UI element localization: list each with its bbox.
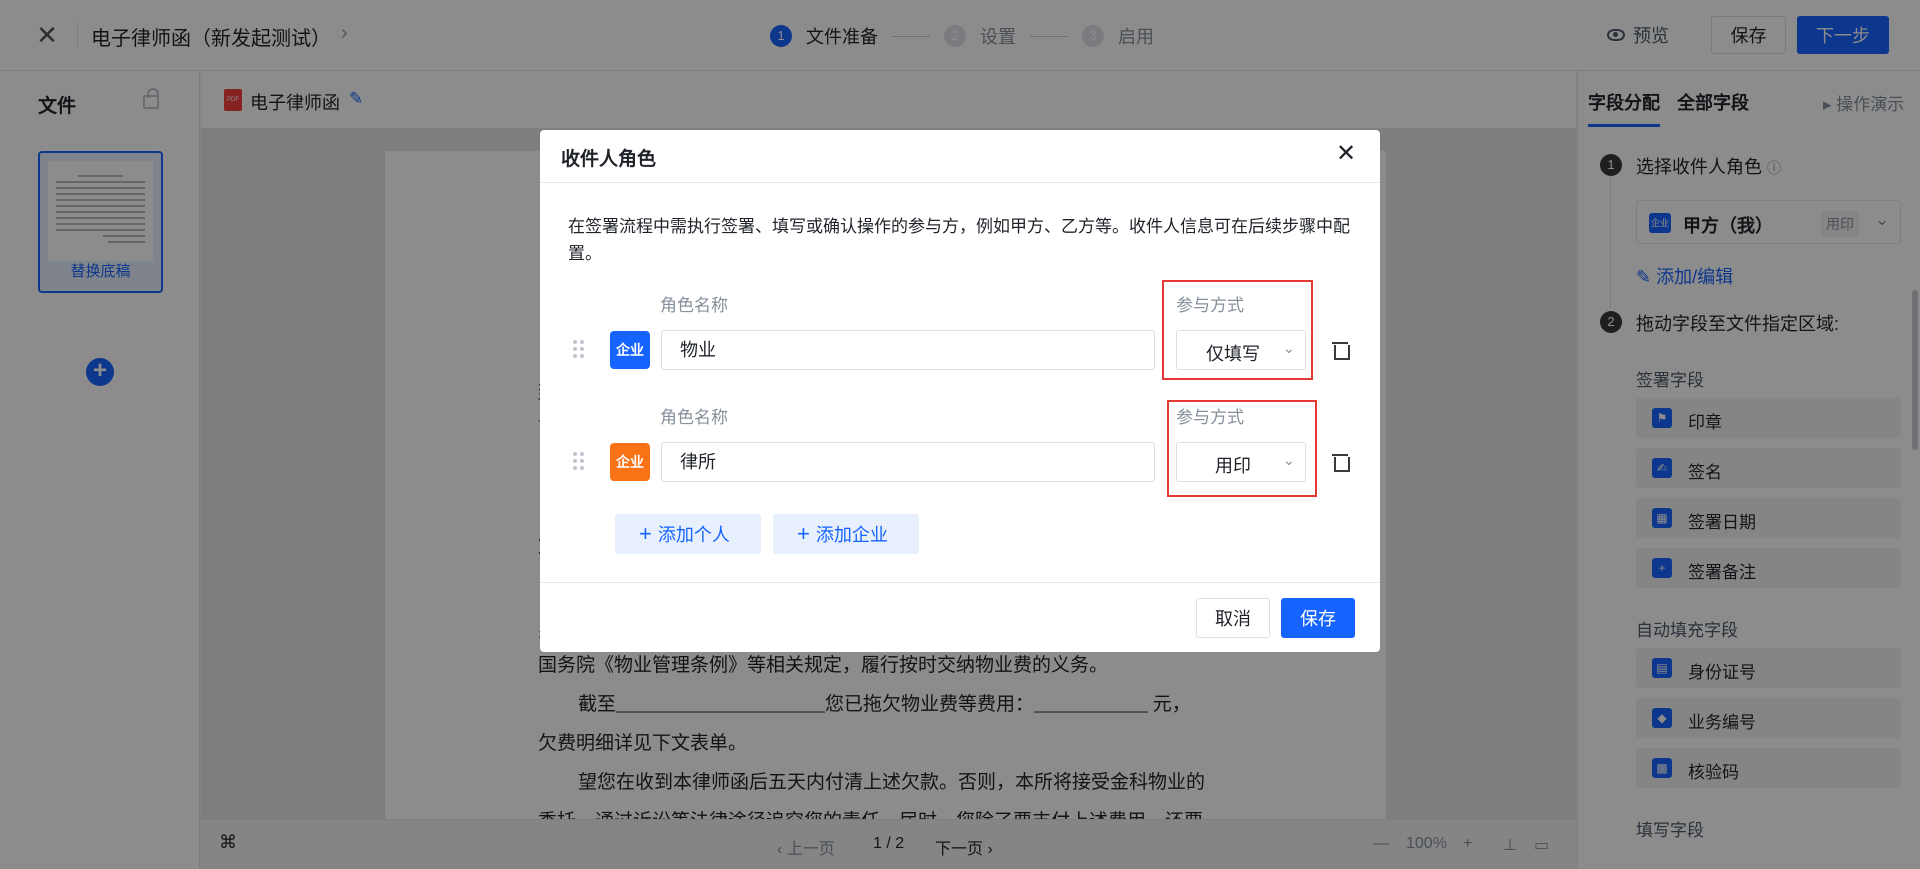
add-company-label: 添加企业 [815, 525, 888, 545]
role-name-input[interactable]: 物业 [661, 330, 1155, 370]
delete-icon[interactable] [1331, 452, 1350, 472]
highlight-box [1167, 400, 1317, 497]
dialog-header: 收件人角色 ✕ [540, 130, 1380, 183]
highlight-box [1162, 280, 1313, 380]
role-name-label: 角色名称 [660, 296, 728, 315]
delete-icon[interactable] [1331, 340, 1350, 360]
plus-icon: + [639, 521, 652, 546]
drag-handle-icon[interactable] [573, 452, 585, 472]
recipient-role-dialog: 收件人角色 ✕ 在签署流程中需执行签署、填写或确认操作的参与方，例如甲方、乙方等… [540, 130, 1380, 652]
dialog-footer: 取消 保存 [540, 582, 1380, 652]
add-person-label: 添加个人 [657, 525, 730, 545]
dialog-description: 在签署流程中需执行签署、填写或确认操作的参与方，例如甲方、乙方等。收件人信息可在… [568, 217, 1350, 263]
add-company-button[interactable]: + 添加企业 [773, 514, 919, 554]
drag-handle-icon[interactable] [573, 340, 585, 360]
plus-icon: + [797, 521, 810, 546]
dialog-title: 收件人角色 [561, 149, 657, 170]
enterprise-tag: 企业 [610, 331, 650, 369]
enterprise-tag: 企业 [610, 443, 650, 481]
add-person-button[interactable]: + 添加个人 [615, 514, 761, 554]
role-name-input[interactable]: 律所 [661, 442, 1155, 482]
close-icon[interactable]: ✕ [1333, 141, 1359, 167]
cancel-button[interactable]: 取消 [1196, 598, 1270, 638]
dialog-save-button[interactable]: 保存 [1281, 598, 1355, 638]
role-name-label: 角色名称 [660, 408, 728, 427]
